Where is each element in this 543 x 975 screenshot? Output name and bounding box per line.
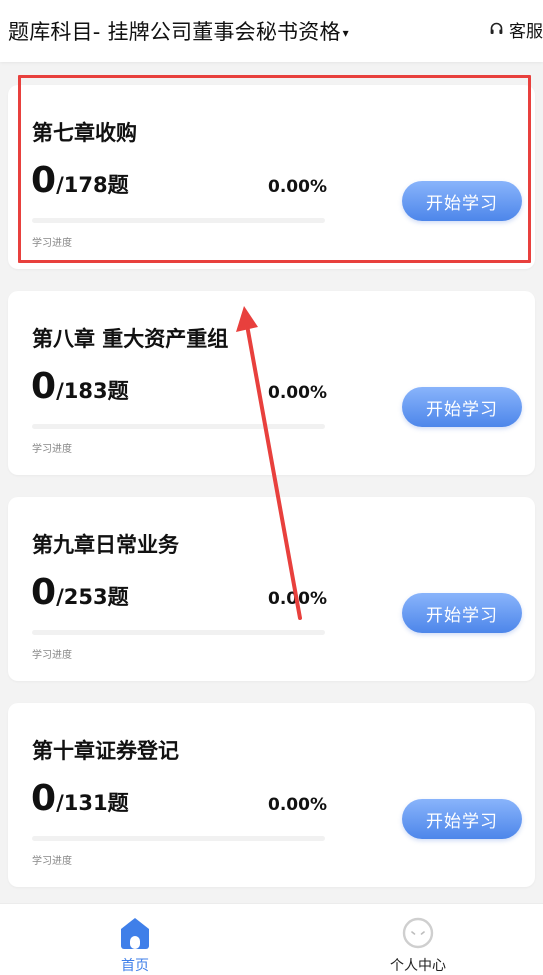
chapter-card: 第七章收购 0/178题 0.00% 学习进度 开始学习 (8, 85, 535, 269)
chapter-card: 第十章证券登记 0/131题 0.00% 学习进度 开始学习 (8, 703, 535, 887)
subject-title: 题库科目- 挂牌公司董事会秘书资格 (8, 20, 341, 44)
progress-percent: 0.00% (268, 383, 327, 403)
start-study-button[interactable]: 开始学习 (402, 181, 522, 221)
chapter-title: 第十章证券登记 (32, 739, 179, 763)
chapter-title: 第八章 重大资产重组 (32, 327, 229, 351)
tab-home[interactable]: 首页 (75, 904, 195, 975)
progress-label: 学习进度 (32, 856, 72, 867)
headset-icon (490, 22, 503, 34)
progress-percent: 0.00% (268, 177, 327, 197)
chapter-title: 第七章收购 (32, 121, 137, 145)
questions-done: 0 (31, 366, 57, 407)
progress-label: 学习进度 (32, 238, 72, 249)
progress-bar (32, 424, 325, 429)
top-header: 题库科目- 挂牌公司董事会秘书资格 ▾ 客服 (0, 0, 543, 62)
chapter-card: 第八章 重大资产重组 0/183题 0.00% 学习进度 开始学习 (8, 291, 535, 475)
start-study-button[interactable]: 开始学习 (402, 593, 522, 633)
start-study-button[interactable]: 开始学习 (402, 799, 522, 839)
progress-label: 学习进度 (32, 650, 72, 661)
progress-label: 学习进度 (32, 444, 72, 455)
question-count: 0/178题 (31, 163, 129, 199)
user-face-icon (402, 917, 434, 949)
tab-personal-center[interactable]: 个人中心 (358, 904, 478, 975)
questions-total: /178题 (56, 173, 129, 197)
customer-service-label: 客服 (509, 21, 543, 42)
progress-bar (32, 630, 325, 635)
bottom-tab-bar: 首页 个人中心 (0, 903, 543, 975)
home-icon (121, 918, 149, 949)
questions-done: 0 (31, 778, 57, 819)
questions-done: 0 (31, 160, 57, 201)
subject-selector[interactable]: 题库科目- 挂牌公司董事会秘书资格 ▾ (8, 16, 349, 46)
tab-personal-center-label: 个人中心 (390, 958, 446, 974)
questions-done: 0 (31, 572, 57, 613)
chapter-card: 第九章日常业务 0/253题 0.00% 学习进度 开始学习 (8, 497, 535, 681)
progress-percent: 0.00% (268, 795, 327, 815)
question-count: 0/131题 (31, 781, 129, 817)
questions-total: /183题 (56, 379, 129, 403)
chapter-title: 第九章日常业务 (32, 533, 179, 557)
question-count: 0/183题 (31, 369, 129, 405)
questions-total: /131题 (56, 791, 129, 815)
progress-bar (32, 218, 325, 223)
start-study-button[interactable]: 开始学习 (402, 387, 522, 427)
tab-home-label: 首页 (121, 958, 149, 974)
question-count: 0/253题 (31, 575, 129, 611)
questions-total: /253题 (56, 585, 129, 609)
customer-service-button[interactable]: 客服 (490, 17, 543, 42)
caret-down-icon: ▾ (342, 26, 349, 40)
progress-percent: 0.00% (268, 589, 327, 609)
progress-bar (32, 836, 325, 841)
